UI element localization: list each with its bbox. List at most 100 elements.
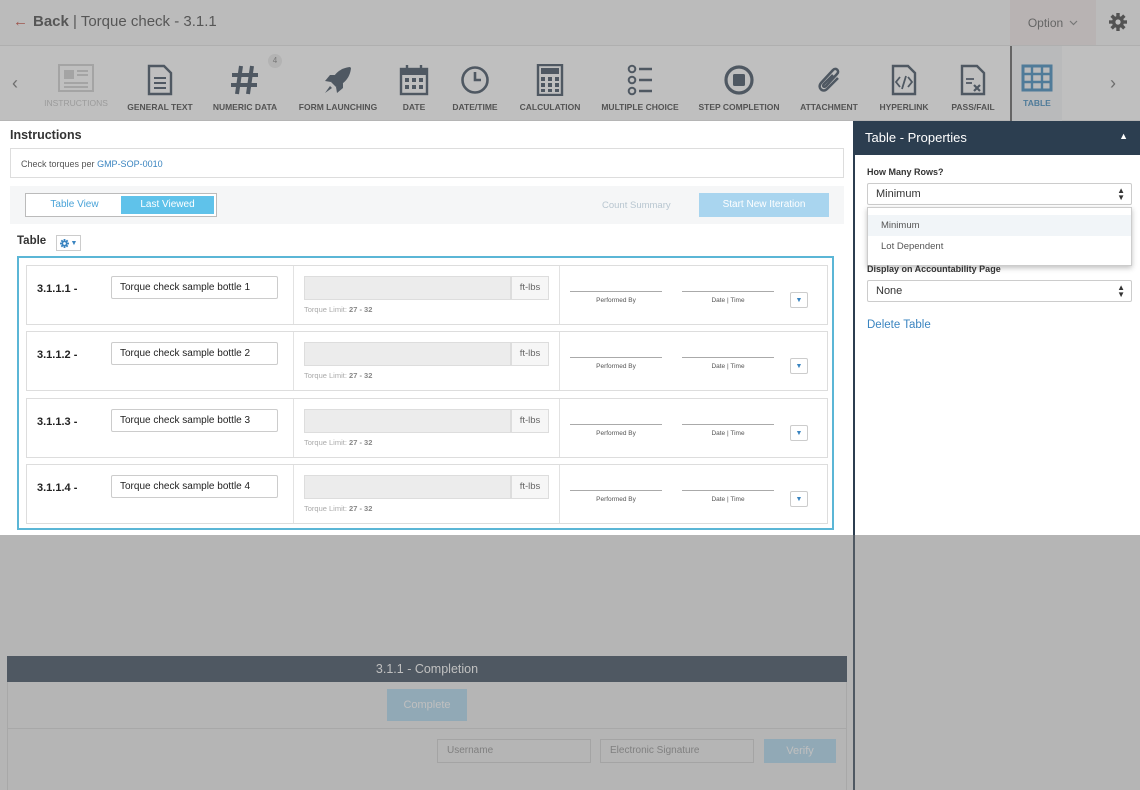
divider (293, 266, 294, 324)
table-row: 3.1.1.3 - Torque check sample bottle 3 f… (26, 398, 828, 458)
date-time-label: Date | Time (711, 363, 745, 370)
chevron-left-icon[interactable]: ‹ (12, 73, 18, 94)
row-menu-button[interactable]: ▼ (790, 425, 808, 441)
tool-label: DATE (402, 102, 426, 112)
back-label: Back (33, 13, 69, 30)
torque-value-input[interactable] (304, 409, 511, 433)
page-title: | Torque check - 3.1.1 (73, 13, 217, 30)
panel-divider (853, 535, 855, 790)
signature-line (570, 424, 662, 425)
instructions-heading: Instructions (10, 128, 82, 142)
performed-by-label: Performed By (596, 430, 636, 437)
tool-label: FORM LAUNCHING (298, 102, 378, 112)
torque-limit: Torque Limit: 27 - 32 (304, 371, 372, 380)
table-properties-panel: Table - Properties ▲ How Many Rows? Mini… (853, 121, 1140, 535)
row-name-field[interactable]: Torque check sample bottle 1 (111, 276, 278, 299)
tool-table[interactable]: TABLE (1010, 46, 1062, 121)
limit-label: Torque Limit: (304, 438, 347, 447)
back-arrow-icon: ← (13, 13, 28, 30)
paperclip-icon (818, 67, 840, 92)
start-new-iteration-button[interactable]: Start New Iteration (699, 193, 829, 217)
tool-label: MULTIPLE CHOICE (601, 102, 679, 112)
complete-button[interactable]: Complete (387, 689, 467, 721)
tool-date-time[interactable]: DATE/TIME (450, 46, 500, 121)
torque-value-input[interactable] (304, 276, 511, 300)
last-viewed-tab[interactable]: Last Viewed (121, 196, 214, 214)
data-table: 3.1.1.1 - Torque check sample bottle 1 f… (17, 256, 834, 530)
tool-label: CALCULATION (519, 102, 581, 112)
divider (293, 399, 294, 457)
table-row: 3.1.1.1 - Torque check sample bottle 1 f… (26, 265, 828, 325)
row-menu-button[interactable]: ▼ (790, 292, 808, 308)
gear-icon[interactable] (1108, 12, 1128, 32)
limit-label: Torque Limit: (304, 371, 347, 380)
verify-button[interactable]: Verify (764, 739, 836, 763)
rocket-icon (325, 67, 351, 93)
date-time-label: Date | Time (711, 297, 745, 304)
date-time-label: Date | Time (711, 496, 745, 503)
divider (293, 332, 294, 390)
performed-by-label: Performed By (596, 496, 636, 503)
tool-form-launching[interactable]: FORM LAUNCHING (298, 46, 378, 121)
row-name-field[interactable]: Torque check sample bottle 4 (111, 475, 278, 498)
torque-value-input[interactable] (304, 475, 511, 499)
tool-pass-fail[interactable]: PASS/FAIL (950, 46, 996, 121)
row-menu-button[interactable]: ▼ (790, 491, 808, 507)
rows-option-minimum[interactable]: Minimum (868, 215, 1131, 236)
delete-table-link[interactable]: Delete Table (867, 319, 931, 331)
row-menu-button[interactable]: ▼ (790, 358, 808, 374)
calculator-icon (536, 64, 564, 96)
panel-header[interactable]: Table - Properties ▲ (855, 121, 1140, 155)
file-check-icon (960, 64, 986, 96)
torque-value-input[interactable] (304, 342, 511, 366)
row-name-field[interactable]: Torque check sample bottle 3 (111, 409, 278, 432)
tool-attachment[interactable]: ATTACHMENT (798, 46, 860, 121)
row-id: 3.1.1.1 - (37, 283, 78, 295)
table-settings-button[interactable]: ▼ (56, 235, 81, 251)
count-summary-link[interactable]: Count Summary (602, 200, 671, 211)
rows-label: How Many Rows? (867, 167, 944, 177)
tool-calculation[interactable]: CALCULATION (519, 46, 581, 121)
signature-line (570, 357, 662, 358)
tool-numeric-data[interactable]: 4 NUMERIC DATA (212, 46, 282, 121)
caret-down-icon: ▼ (795, 363, 803, 370)
collapse-caret-icon[interactable]: ▲ (1119, 131, 1128, 141)
divider (559, 399, 560, 457)
rows-select-value: Minimum (876, 188, 921, 200)
display-label: Display on Accountability Page (867, 264, 1001, 274)
stop-circle-icon (724, 65, 754, 95)
chevron-down-icon (1069, 20, 1078, 25)
tool-label: STEP COMPLETION (698, 102, 780, 112)
back-link[interactable]: ← Back | Torque check - 3.1.1 (13, 13, 217, 30)
torque-limit: Torque Limit: 27 - 32 (304, 438, 372, 447)
row-name-field[interactable]: Torque check sample bottle 2 (111, 342, 278, 365)
rows-select[interactable]: Minimum ▲ ▼ (867, 183, 1132, 205)
chevron-right-icon[interactable]: › (1110, 73, 1116, 94)
table-heading: Table (17, 235, 47, 247)
tool-hyperlink[interactable]: HYPERLINK (877, 46, 931, 121)
count-badge: 4 (268, 54, 282, 68)
option-dropdown[interactable]: Option (1010, 0, 1096, 45)
table-view-tab[interactable]: Table View (28, 196, 121, 214)
tool-general-text[interactable]: GENERAL TEXT (127, 46, 193, 121)
tool-date[interactable]: DATE (398, 46, 430, 121)
view-bar: Table View Last Viewed Count Summary Sta… (10, 186, 844, 224)
top-bar: ← Back | Torque check - 3.1.1 Option (0, 0, 1140, 45)
rows-option-lot-dependent[interactable]: Lot Dependent (868, 236, 1131, 257)
signature-line (570, 291, 662, 292)
instructions-box[interactable]: Check torques per GMP-SOP-0010 (10, 148, 844, 178)
performed-by-label: Performed By (596, 363, 636, 370)
torque-limit: Torque Limit: 27 - 32 (304, 305, 372, 314)
tool-multiple-choice[interactable]: MULTIPLE CHOICE (600, 46, 680, 121)
tool-label: PASS/FAIL (951, 102, 995, 112)
limit-label: Torque Limit: (304, 504, 347, 513)
date-time-label: Date | Time (711, 430, 745, 437)
username-input[interactable]: Username (437, 739, 591, 763)
signature-line (682, 357, 774, 358)
signature-input[interactable]: Electronic Signature (600, 739, 754, 763)
display-select[interactable]: None ▲ ▼ (867, 280, 1132, 302)
tool-instructions[interactable]: INSTRUCTIONS (44, 46, 108, 121)
tool-step-completion[interactable]: STEP COMPLETION (698, 46, 780, 121)
unit-label: ft-lbs (511, 342, 549, 366)
sop-link[interactable]: GMP-SOP-0010 (97, 159, 163, 169)
